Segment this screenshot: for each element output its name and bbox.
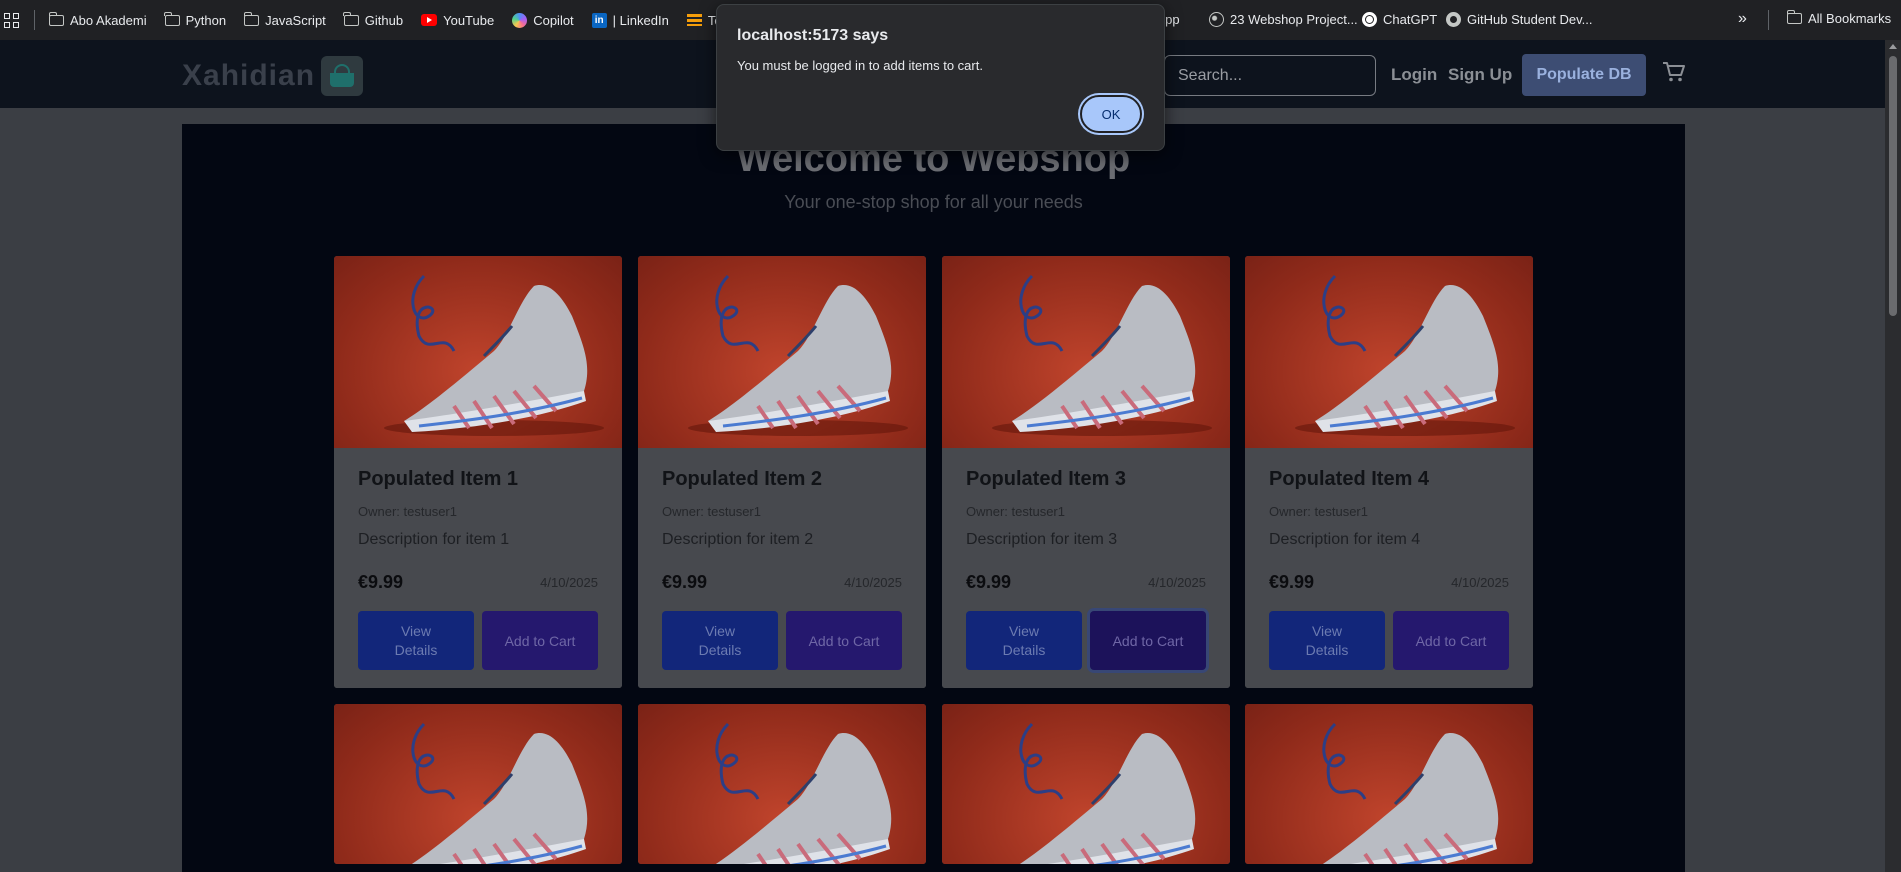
product-price: €9.99 (1269, 572, 1315, 592)
product-price: €9.99 (358, 572, 404, 592)
folder-icon (243, 11, 260, 26)
product-image[interactable] (942, 704, 1230, 864)
product-card-body: Populated Item 3 Owner: testuser1 Descri… (942, 448, 1230, 688)
product-card: Populated Item 2 Owner: testuser1 Descri… (638, 256, 926, 688)
bookmarks-divider-right (1768, 10, 1769, 30)
page-scrollbar[interactable] (1885, 40, 1901, 872)
product-title: Populated Item 2 (662, 468, 823, 490)
product-image[interactable] (334, 704, 622, 864)
sneaker-image (411, 722, 588, 864)
more-bookmarks-chevron-icon[interactable]: » (1738, 10, 1747, 28)
basket-icon (321, 56, 364, 96)
scroll-thumb[interactable] (1889, 56, 1897, 316)
product-image[interactable] (1245, 704, 1533, 864)
bookmarks-divider (34, 10, 35, 30)
scroll-up-arrow-icon[interactable] (1889, 44, 1897, 49)
product-owner: Owner: testuser1 (662, 504, 761, 519)
chatgpt-icon (1362, 12, 1377, 27)
sneaker-image (1322, 722, 1499, 864)
globe-icon (1209, 12, 1224, 27)
site-logo[interactable]: Xahidian (182, 56, 364, 96)
product-owner: Owner: testuser1 (358, 504, 457, 519)
bookmark-linkedin[interactable]: in | LinkedIn (591, 12, 669, 28)
bookmark-github-student[interactable]: GitHub Student Dev... (1446, 12, 1593, 27)
youtube-icon (421, 14, 438, 26)
bookmark-copilot[interactable]: Copilot (512, 12, 574, 28)
product-card-body: Populated Item 2 Owner: testuser1 Descri… (638, 448, 926, 688)
add-to-cart-button[interactable]: Add to Cart (1393, 611, 1509, 670)
hero-subtitle: Your one-stop shop for all your needs (784, 192, 1083, 212)
product-card-body: Populated Item 1 Owner: testuser1 Descri… (334, 448, 622, 688)
product-card-partial (1245, 704, 1533, 864)
view-details-button[interactable]: View Details (662, 611, 778, 670)
product-price: €9.99 (662, 572, 708, 592)
folder-icon (164, 11, 180, 26)
product-date: 4/10/2025 (540, 575, 598, 590)
add-to-cart-button[interactable]: Add to Cart (1090, 611, 1206, 670)
bookmark-webshop-project[interactable]: 23 Webshop Project... (1209, 12, 1358, 27)
sneaker-image (688, 274, 908, 436)
view-details-button[interactable]: View Details (358, 611, 474, 670)
product-owner: Owner: testuser1 (1269, 504, 1368, 519)
dialog-title: localhost:5173 says (737, 27, 889, 44)
signup-link[interactable]: Sign Up (1448, 65, 1512, 85)
product-card-partial (638, 704, 926, 864)
view-details-button[interactable]: View Details (966, 611, 1082, 670)
add-to-cart-button[interactable]: Add to Cart (786, 611, 902, 670)
search-input[interactable] (1164, 55, 1376, 96)
view-details-button[interactable]: View Details (1269, 611, 1385, 670)
product-card: Populated Item 3 Owner: testuser1 Descri… (942, 256, 1230, 688)
product-title: Populated Item 4 (1269, 468, 1430, 490)
folder-icon (1786, 10, 1802, 24)
all-bookmarks-button[interactable]: All Bookmarks (1786, 10, 1891, 26)
bookmark-abo-akademi[interactable]: Abo Akademi (48, 11, 147, 28)
sneaker-image (715, 722, 892, 864)
alert-dialog: localhost:5173 says You must be logged i… (716, 4, 1165, 151)
product-card: Populated Item 4 Owner: testuser1 Descri… (1245, 256, 1533, 688)
product-price: €9.99 (966, 572, 1012, 592)
github-icon (1446, 12, 1461, 27)
product-card-partial (334, 704, 622, 864)
logo-text: Xahidian (182, 59, 316, 92)
product-description: Description for item 4 (1269, 531, 1421, 548)
sneaker-image (992, 274, 1212, 436)
login-link[interactable]: Login (1391, 65, 1437, 85)
sneaker-image (1295, 274, 1515, 436)
dialog-message: You must be logged in to add items to ca… (737, 58, 983, 73)
product-card-body: Populated Item 4 Owner: testuser1 Descri… (1245, 448, 1533, 688)
product-title: Populated Item 1 (358, 468, 519, 490)
product-date: 4/10/2025 (1451, 575, 1509, 590)
product-date: 4/10/2025 (1148, 575, 1206, 590)
product-description: Description for item 2 (662, 531, 814, 548)
apps-grid-icon[interactable] (2, 11, 20, 29)
cart-icon[interactable] (1662, 61, 1686, 83)
sneaker-image (384, 274, 604, 436)
bookmark-youtube[interactable]: YouTube (421, 13, 494, 28)
product-description: Description for item 3 (966, 531, 1118, 548)
product-card-partial (942, 704, 1230, 864)
copilot-icon (512, 12, 528, 28)
add-to-cart-button[interactable]: Add to Cart (482, 611, 598, 670)
product-owner: Owner: testuser1 (966, 504, 1065, 519)
folder-icon (343, 11, 359, 26)
folder-icon (48, 11, 64, 26)
bookmark-python[interactable]: Python (164, 11, 226, 28)
product-image[interactable] (638, 704, 926, 864)
bookmark-chatgpt[interactable]: ChatGPT (1362, 12, 1437, 27)
tensorflow-icon (686, 14, 702, 26)
product-date: 4/10/2025 (844, 575, 902, 590)
product-title: Populated Item 3 (966, 468, 1127, 490)
bookmark-github[interactable]: Github (343, 11, 403, 28)
populate-db-button[interactable]: Populate DB (1522, 54, 1646, 96)
product-image[interactable] (334, 256, 622, 448)
linkedin-icon: in (591, 12, 607, 28)
dialog-ok-button[interactable]: OK (1080, 95, 1142, 133)
sneaker-image (1019, 722, 1196, 864)
product-image[interactable] (1245, 256, 1533, 448)
product-image[interactable] (942, 256, 1230, 448)
bookmark-javascript[interactable]: JavaScript (243, 11, 326, 28)
product-image[interactable] (638, 256, 926, 448)
product-card: Populated Item 1 Owner: testuser1 Descri… (334, 256, 622, 688)
product-description: Description for item 1 (358, 531, 510, 548)
